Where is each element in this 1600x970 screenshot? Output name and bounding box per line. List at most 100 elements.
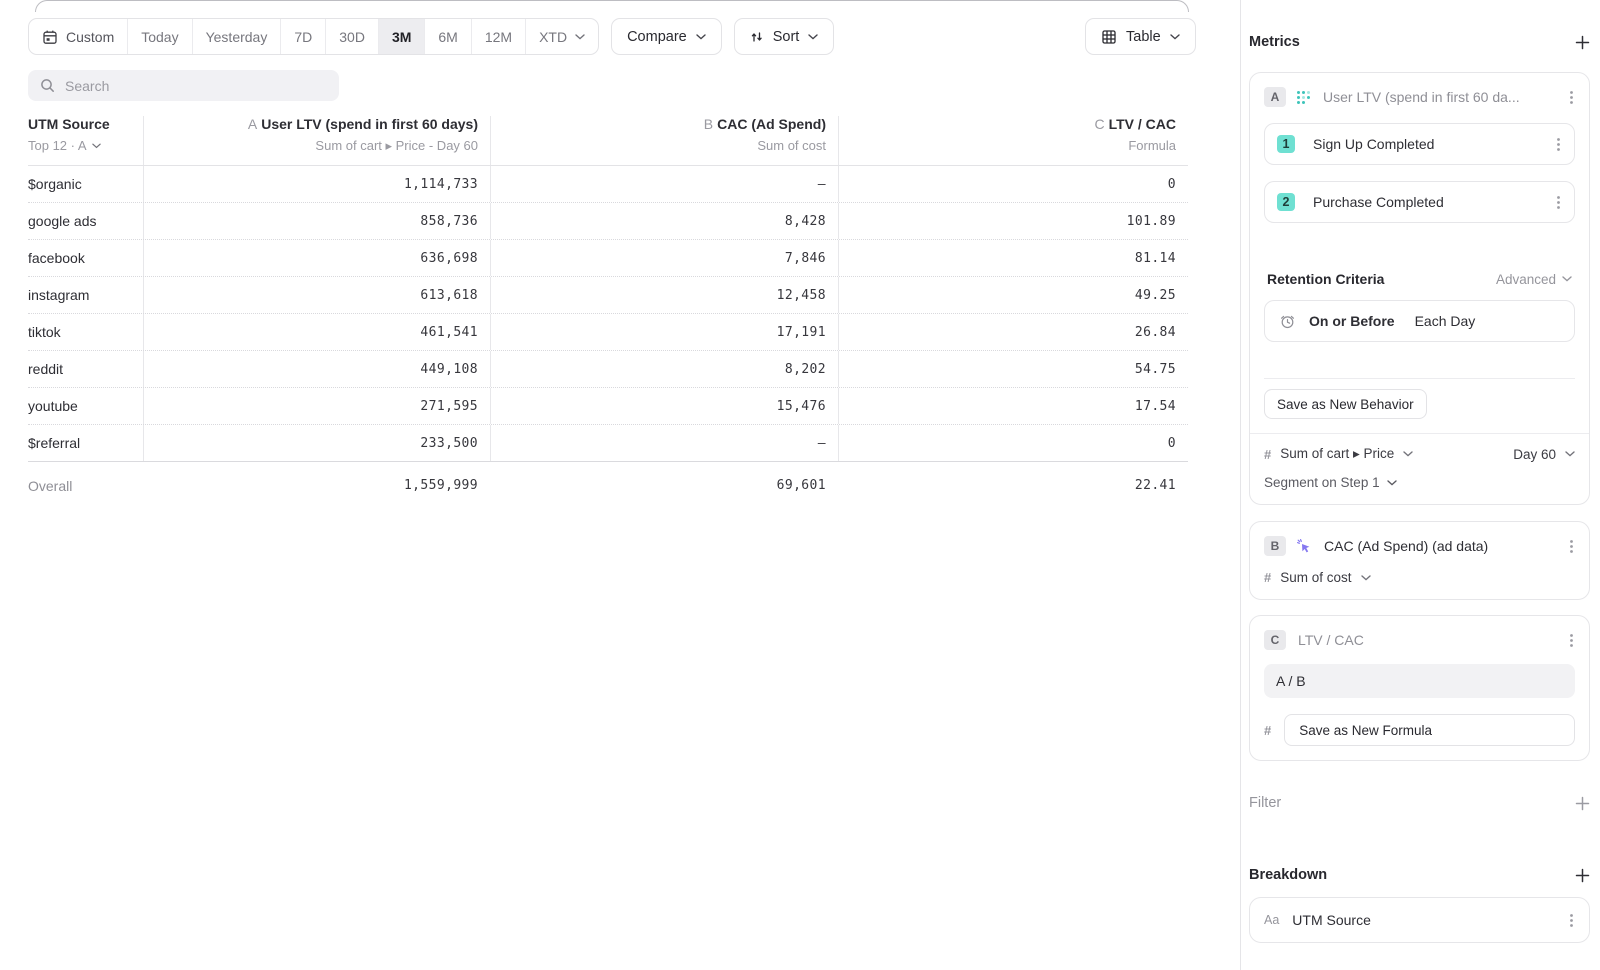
kebab-menu-icon[interactable] [1555,136,1562,153]
value-cell-c: 0 [838,166,1188,202]
sort-button[interactable]: Sort [734,18,835,55]
value-cell-b: 12,458 [490,277,838,313]
utm-source-cell: reddit [28,351,143,387]
value-cell-a: 636,698 [143,240,490,276]
overall-label: Overall [28,462,143,509]
metric-name[interactable]: LTV / CAC [1298,632,1558,648]
overall-value-b: 69,601 [490,462,838,509]
chevron-down-icon[interactable] [1361,575,1371,581]
save-as-new-formula-button[interactable]: Save as New Formula [1284,714,1575,746]
value-cell-b: 8,428 [490,203,838,239]
measure-dropdown[interactable]: Sum of cart ▸ Price [1280,446,1394,462]
column-header-c[interactable]: CLTV / CAC Formula [838,116,1188,165]
table-row[interactable]: tiktok 461,541 17,191 26.84 [28,314,1188,351]
chevron-down-icon[interactable] [1403,451,1413,457]
date-range-picker: Custom Today Yesterday 7D 30D 3M 6M 12M … [28,18,599,55]
add-metric-icon[interactable] [1575,35,1590,50]
metric-letter-badge: A [1264,87,1286,107]
filter-section-header: Filter [1249,795,1590,811]
add-breakdown-icon[interactable] [1575,868,1590,883]
breakdown-item-utm-source[interactable]: Aa UTM Source [1249,897,1590,943]
metrics-title: Metrics [1249,34,1300,50]
metrics-sidebar: Metrics A User LTV (spend in first 60 da… [1240,0,1600,970]
value-cell-a: 271,595 [143,388,490,424]
compare-button[interactable]: Compare [611,18,722,55]
table-row[interactable]: $organic 1,114,733 – 0 [28,166,1188,203]
table-row[interactable]: instagram 613,618 12,458 49.25 [28,277,1188,314]
funnel-step-1[interactable]: 1 Sign Up Completed [1264,123,1575,165]
date-range-3m[interactable]: 3M [378,19,424,54]
chevron-down-icon [808,34,818,40]
text-property-icon: Aa [1264,913,1279,927]
value-cell-a: 449,108 [143,351,490,387]
chevron-down-icon [696,34,706,40]
main-panel: Custom Today Yesterday 7D 30D 3M 6M 12M … [0,0,1240,970]
search-box [28,70,339,101]
date-range-7d[interactable]: 7D [280,19,325,54]
date-range-xtd[interactable]: XTD [525,19,598,54]
kebab-menu-icon[interactable] [1568,538,1575,555]
utm-source-cell: $organic [28,166,143,202]
step-number-badge: 2 [1277,193,1295,211]
kebab-menu-icon[interactable] [1568,912,1575,929]
date-range-today[interactable]: Today [127,19,191,54]
value-cell-a: 1,114,733 [143,166,490,202]
date-range-6m[interactable]: 6M [424,19,470,54]
value-cell-b: – [490,425,838,461]
numeric-hash-icon: # [1264,447,1271,462]
metric-card-a: A User LTV (spend in first 60 da... 1 Si… [1249,72,1590,505]
date-range-30d[interactable]: 30D [325,19,378,54]
table-row[interactable]: facebook 636,698 7,846 81.14 [28,240,1188,277]
date-range-yesterday[interactable]: Yesterday [192,19,281,54]
results-table: UTM Source Top 12 · A AUser LTV (spend i… [28,110,1188,509]
chevron-down-icon[interactable] [1565,451,1575,457]
value-cell-b: 7,846 [490,240,838,276]
utm-source-cell: facebook [28,240,143,276]
breakdown-section-header: Breakdown [1249,867,1590,883]
day-window-dropdown[interactable]: Day 60 [1513,447,1556,462]
metric-a-measure-footer: # Sum of cart ▸ Price Day 60 Segment on … [1250,433,1589,504]
value-cell-c: 17.54 [838,388,1188,424]
report-card-top-edge [35,0,1189,12]
metric-name[interactable]: CAC (Ad Spend) (ad data) [1324,538,1558,554]
source-column-header[interactable]: UTM Source Top 12 · A [28,116,143,165]
metric-name[interactable]: User LTV (spend in first 60 da... [1323,89,1558,105]
date-range-label: Custom [66,29,114,45]
kebab-menu-icon[interactable] [1555,194,1562,211]
table-row[interactable]: google ads 858,736 8,428 101.89 [28,203,1188,240]
column-header-a[interactable]: AUser LTV (spend in first 60 days) Sum o… [143,116,490,165]
search-input[interactable] [65,78,327,94]
value-cell-a: 461,541 [143,314,490,350]
utm-source-cell: instagram [28,277,143,313]
value-cell-a: 233,500 [143,425,490,461]
value-cell-a: 858,736 [143,203,490,239]
table-row[interactable]: youtube 271,595 15,476 17.54 [28,388,1188,425]
date-range-12m[interactable]: 12M [471,19,525,54]
advanced-dropdown[interactable]: Advanced [1496,272,1572,287]
kebab-menu-icon[interactable] [1568,632,1575,649]
save-as-new-behavior-button[interactable]: Save as New Behavior [1264,389,1427,419]
overall-row: Overall 1,559,999 69,601 22.41 [28,462,1188,509]
table-row[interactable]: reddit 449,108 8,202 54.75 [28,351,1188,388]
chevron-down-icon[interactable] [92,143,101,149]
formula-input[interactable]: A / B [1264,664,1575,698]
segment-on-step-dropdown[interactable]: Segment on Step 1 [1264,475,1397,490]
chevron-down-icon [575,34,585,40]
overall-value-c: 22.41 [838,462,1188,509]
retention-behavior-card[interactable]: On or Before Each Day [1264,300,1575,342]
utm-source-cell: google ads [28,203,143,239]
table-row[interactable]: $referral 233,500 – 0 [28,425,1188,462]
date-range-custom[interactable]: Custom [29,19,127,54]
toolbar: Custom Today Yesterday 7D 30D 3M 6M 12M … [28,18,834,55]
numeric-hash-icon: # [1264,570,1271,585]
retention-criteria-row: Retention Criteria Advanced [1264,271,1575,287]
value-cell-b: – [490,166,838,202]
add-filter-icon[interactable] [1575,796,1590,811]
column-header-b[interactable]: BCAC (Ad Spend) Sum of cost [490,116,838,165]
funnel-step-2[interactable]: 2 Purchase Completed [1264,181,1575,223]
measure-dropdown[interactable]: Sum of cost [1280,570,1351,585]
view-type-button[interactable]: Table [1085,18,1196,55]
value-cell-b: 15,476 [490,388,838,424]
kebab-menu-icon[interactable] [1568,89,1575,106]
metric-letter-badge: B [1264,536,1286,556]
